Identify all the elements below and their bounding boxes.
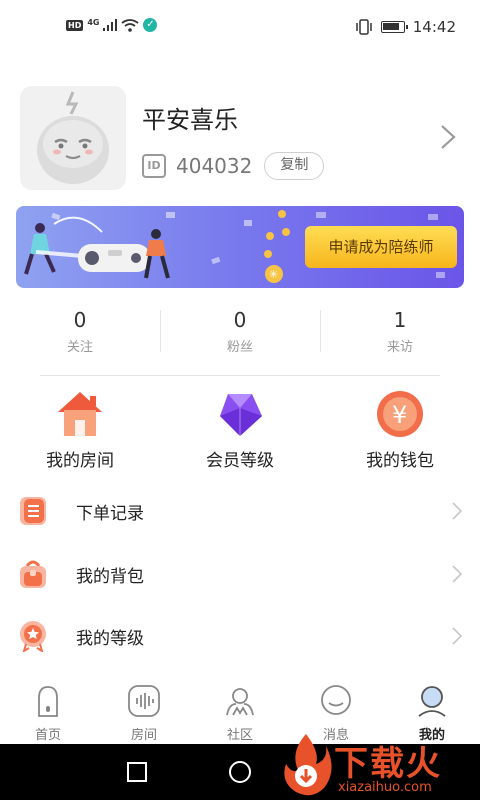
nav-community-label: 社区 — [226, 728, 253, 743]
menu-item-backpack-label: 我的背包 — [76, 567, 144, 587]
recent-apps-button[interactable] — [127, 762, 147, 782]
id-icon: ID — [142, 154, 166, 178]
status-right: 14:42 — [355, 18, 456, 36]
menu-item-backpack[interactable]: 我的背包 — [0, 543, 480, 605]
feature-wallet-label: 我的钱包 — [366, 451, 434, 471]
profile-icon — [418, 686, 446, 717]
home-icon — [38, 686, 58, 717]
clock: 14:42 — [412, 18, 456, 36]
hd-icon: HD — [66, 19, 84, 31]
chevron-right-icon — [452, 565, 462, 583]
watermark-text: 下载火 — [334, 744, 442, 784]
house-icon — [58, 392, 102, 436]
vibrate-icon — [356, 19, 372, 35]
feature-row: 我的房间 会员等级 ¥ 我的钱包 — [0, 390, 480, 471]
stat-visitors-label: 来访 — [386, 340, 413, 355]
stat-fans-label: 粉丝 — [226, 340, 253, 355]
order-record-icon — [20, 497, 46, 525]
backpack-icon — [20, 560, 46, 588]
nav-room-label: 房间 — [130, 728, 157, 743]
profile-chevron-right-icon[interactable] — [440, 124, 456, 150]
svg-text:¥: ¥ — [392, 401, 407, 429]
watermark-url: xiazaihuo.com — [338, 780, 432, 795]
signal-icon — [103, 19, 118, 31]
stat-following[interactable]: 0 关注 — [0, 306, 160, 362]
feature-membership-label: 会员等级 — [206, 451, 274, 471]
nav-home-label: 首页 — [34, 728, 61, 743]
message-icon — [321, 685, 351, 715]
menu-item-level-label: 我的等级 — [76, 629, 144, 649]
network-type: 4G — [87, 17, 100, 27]
user-id: 404032 — [176, 154, 253, 178]
copy-id-button[interactable]: 复制 — [264, 152, 325, 180]
stat-visitors[interactable]: 1 来访 — [320, 306, 480, 362]
coach-apply-banner[interactable]: ✳ 申请成为陪练师 — [16, 206, 464, 288]
stat-fans-count: 0 — [233, 308, 247, 332]
stat-fans[interactable]: 0 粉丝 — [160, 306, 320, 362]
apply-coach-button[interactable]: 申请成为陪练师 — [305, 226, 457, 268]
room-icon — [128, 685, 160, 717]
wifi-icon — [121, 18, 140, 32]
stats-row: 0 关注 0 粉丝 1 来访 — [0, 306, 480, 362]
flame-logo-icon — [284, 734, 332, 796]
chevron-right-icon — [452, 627, 462, 645]
stat-following-label: 关注 — [66, 340, 93, 355]
feature-my-room[interactable]: 我的房间 — [0, 390, 160, 471]
gem-icon — [220, 394, 262, 436]
check-icon: ✓ — [143, 18, 158, 32]
stat-visitors-count: 1 — [393, 308, 407, 332]
username: 平安喜乐 — [142, 106, 238, 134]
feature-membership[interactable]: 会员等级 — [160, 390, 320, 471]
svg-text:✳: ✳ — [269, 268, 278, 281]
menu-item-order-record-label: 下单记录 — [76, 504, 144, 524]
yen-coin-icon: ¥ — [377, 391, 423, 437]
section-divider — [40, 375, 440, 376]
feature-wallet[interactable]: ¥ 我的钱包 — [320, 390, 480, 471]
menu-item-level[interactable]: 我的等级 — [0, 605, 480, 667]
nav-home[interactable]: 首页 — [0, 678, 96, 744]
avatar[interactable] — [20, 86, 126, 190]
chevron-right-icon — [452, 502, 462, 520]
stat-following-count: 0 — [73, 308, 87, 332]
feature-my-room-label: 我的房间 — [46, 451, 114, 471]
nav-community[interactable]: 社区 — [192, 678, 288, 744]
menu-item-order-record[interactable]: 下单记录 — [0, 480, 480, 542]
avatar-face-icon — [37, 91, 109, 184]
status-left: HD 4G ✓ — [66, 17, 158, 32]
battery-icon — [380, 21, 408, 33]
user-id-row: ID 404032 复制 — [142, 152, 325, 180]
home-button[interactable] — [229, 761, 251, 783]
watermark: 下载火 xiazaihuo.com — [276, 730, 480, 800]
nav-room[interactable]: 房间 — [96, 678, 192, 744]
level-badge-icon — [20, 621, 46, 652]
status-bar: HD 4G ✓ 14:42 — [0, 0, 480, 56]
community-icon — [226, 688, 254, 716]
